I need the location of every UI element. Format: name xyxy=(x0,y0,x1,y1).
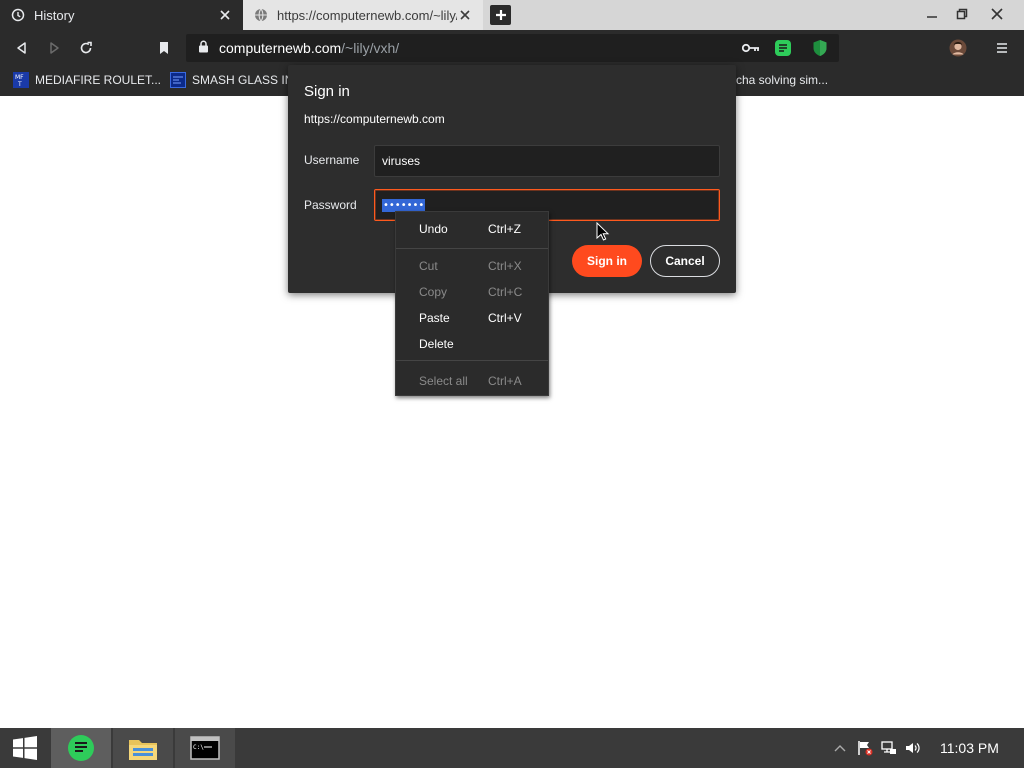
tab-computernewb[interactable]: https://computernewb.com/~lily/v xyxy=(243,0,483,30)
svg-text:MF: MF xyxy=(15,74,24,81)
menu-item-label: Select all xyxy=(419,374,468,388)
bookmark-label: cha solving sim... xyxy=(736,73,829,87)
url-text: computernewb.com/~lily/vxh/ xyxy=(219,40,399,56)
back-icon[interactable] xyxy=(10,36,34,60)
bookmark-smash-glass[interactable]: SMASH GLASS IN xyxy=(170,71,293,89)
file-explorer-icon[interactable] xyxy=(113,728,173,768)
tab-title: https://computernewb.com/~lily/v xyxy=(277,7,457,23)
password-selection: ••••••• xyxy=(382,198,426,212)
tab-history[interactable]: History xyxy=(0,0,243,30)
menu-item-shortcut: Ctrl+A xyxy=(488,374,522,388)
menu-item-shortcut: Ctrl+Z xyxy=(488,222,521,236)
bookmark-label: MEDIAFIRE ROULET... xyxy=(35,73,162,87)
network-icon[interactable] xyxy=(880,738,898,758)
taskbar: C:\ 11:03 PM xyxy=(0,728,1024,768)
sign-in-button[interactable]: Sign in xyxy=(572,245,642,277)
tab-strip: History https://computernewb.com/~lily/v xyxy=(0,0,1024,30)
svg-text:T: T xyxy=(17,81,22,88)
history-icon xyxy=(10,7,26,23)
volume-icon[interactable] xyxy=(904,738,922,758)
smash-glass-favicon xyxy=(170,72,186,88)
reload-icon[interactable] xyxy=(74,36,98,60)
bookmark-icon[interactable] xyxy=(152,36,176,60)
username-field[interactable]: viruses xyxy=(374,145,720,177)
username-value: viruses xyxy=(382,154,421,168)
menu-item-label: Cut xyxy=(419,259,438,273)
close-tab-icon[interactable] xyxy=(457,7,473,23)
menu-item-copy[interactable]: Copy Ctrl+C xyxy=(396,280,548,304)
notepad-icon[interactable] xyxy=(51,728,111,768)
menu-item-label: Copy xyxy=(419,285,448,299)
menu-item-shortcut: Ctrl+X xyxy=(488,259,522,273)
restore-icon[interactable] xyxy=(945,0,979,28)
url-path: /~lily/vxh/ xyxy=(341,40,400,56)
action-center-flag-icon[interactable] xyxy=(856,738,874,758)
menu-item-label: Delete xyxy=(419,337,454,351)
menu-item-shortcut: Ctrl+V xyxy=(488,311,522,325)
mediafire-favicon: MF T xyxy=(13,72,29,88)
new-tab-button[interactable] xyxy=(490,5,511,25)
url-host: computernewb.com xyxy=(219,40,342,56)
bookmark-mediafire[interactable]: MF T MEDIAFIRE ROULET... xyxy=(13,71,161,89)
menu-separator xyxy=(396,248,548,249)
browser-toolbar: computernewb.com/~lily/vxh/ xyxy=(0,30,1024,65)
chevron-up-icon[interactable] xyxy=(832,738,848,758)
menu-item-delete[interactable]: Delete xyxy=(396,332,548,356)
minimize-icon[interactable] xyxy=(915,0,949,28)
context-menu: Undo Ctrl+Z Cut Ctrl+X Copy Ctrl+C Paste… xyxy=(395,211,549,396)
dialog-origin: https://computernewb.com xyxy=(304,112,445,126)
tab-title: History xyxy=(34,7,75,23)
command-prompt-icon[interactable]: C:\ xyxy=(175,728,235,768)
menu-item-cut[interactable]: Cut Ctrl+X xyxy=(396,254,548,278)
extension-notes-icon[interactable] xyxy=(773,38,793,58)
menu-icon[interactable] xyxy=(990,36,1014,60)
start-icon[interactable] xyxy=(0,728,50,768)
bookmark-label: SMASH GLASS IN xyxy=(192,73,294,87)
lock-icon xyxy=(198,40,209,56)
dialog-title: Sign in xyxy=(304,83,350,100)
forward-icon[interactable] xyxy=(42,36,66,60)
taskbar-clock[interactable]: 11:03 PM xyxy=(940,740,999,756)
menu-separator xyxy=(396,360,548,361)
menu-item-label: Undo xyxy=(419,222,448,236)
close-tab-icon[interactable] xyxy=(217,7,233,23)
menu-item-undo[interactable]: Undo Ctrl+Z xyxy=(396,217,548,241)
svg-text:C:\: C:\ xyxy=(193,744,204,751)
key-icon[interactable] xyxy=(740,38,762,58)
menu-item-shortcut: Ctrl+C xyxy=(488,285,523,299)
close-window-icon[interactable] xyxy=(980,0,1014,28)
mouse-cursor-icon xyxy=(596,221,610,242)
profile-avatar-icon[interactable] xyxy=(946,36,970,60)
bookmark-captcha[interactable]: cha solving sim... xyxy=(736,71,828,89)
cancel-button[interactable]: Cancel xyxy=(650,245,720,277)
menu-item-label: Paste xyxy=(419,311,450,325)
menu-item-select-all[interactable]: Select all Ctrl+A xyxy=(396,369,548,393)
password-label: Password xyxy=(304,198,357,212)
shield-icon[interactable] xyxy=(810,38,830,58)
globe-icon xyxy=(253,7,269,23)
address-bar[interactable]: computernewb.com/~lily/vxh/ xyxy=(186,34,839,62)
menu-item-paste[interactable]: Paste Ctrl+V xyxy=(396,306,548,330)
username-label: Username xyxy=(304,153,360,167)
